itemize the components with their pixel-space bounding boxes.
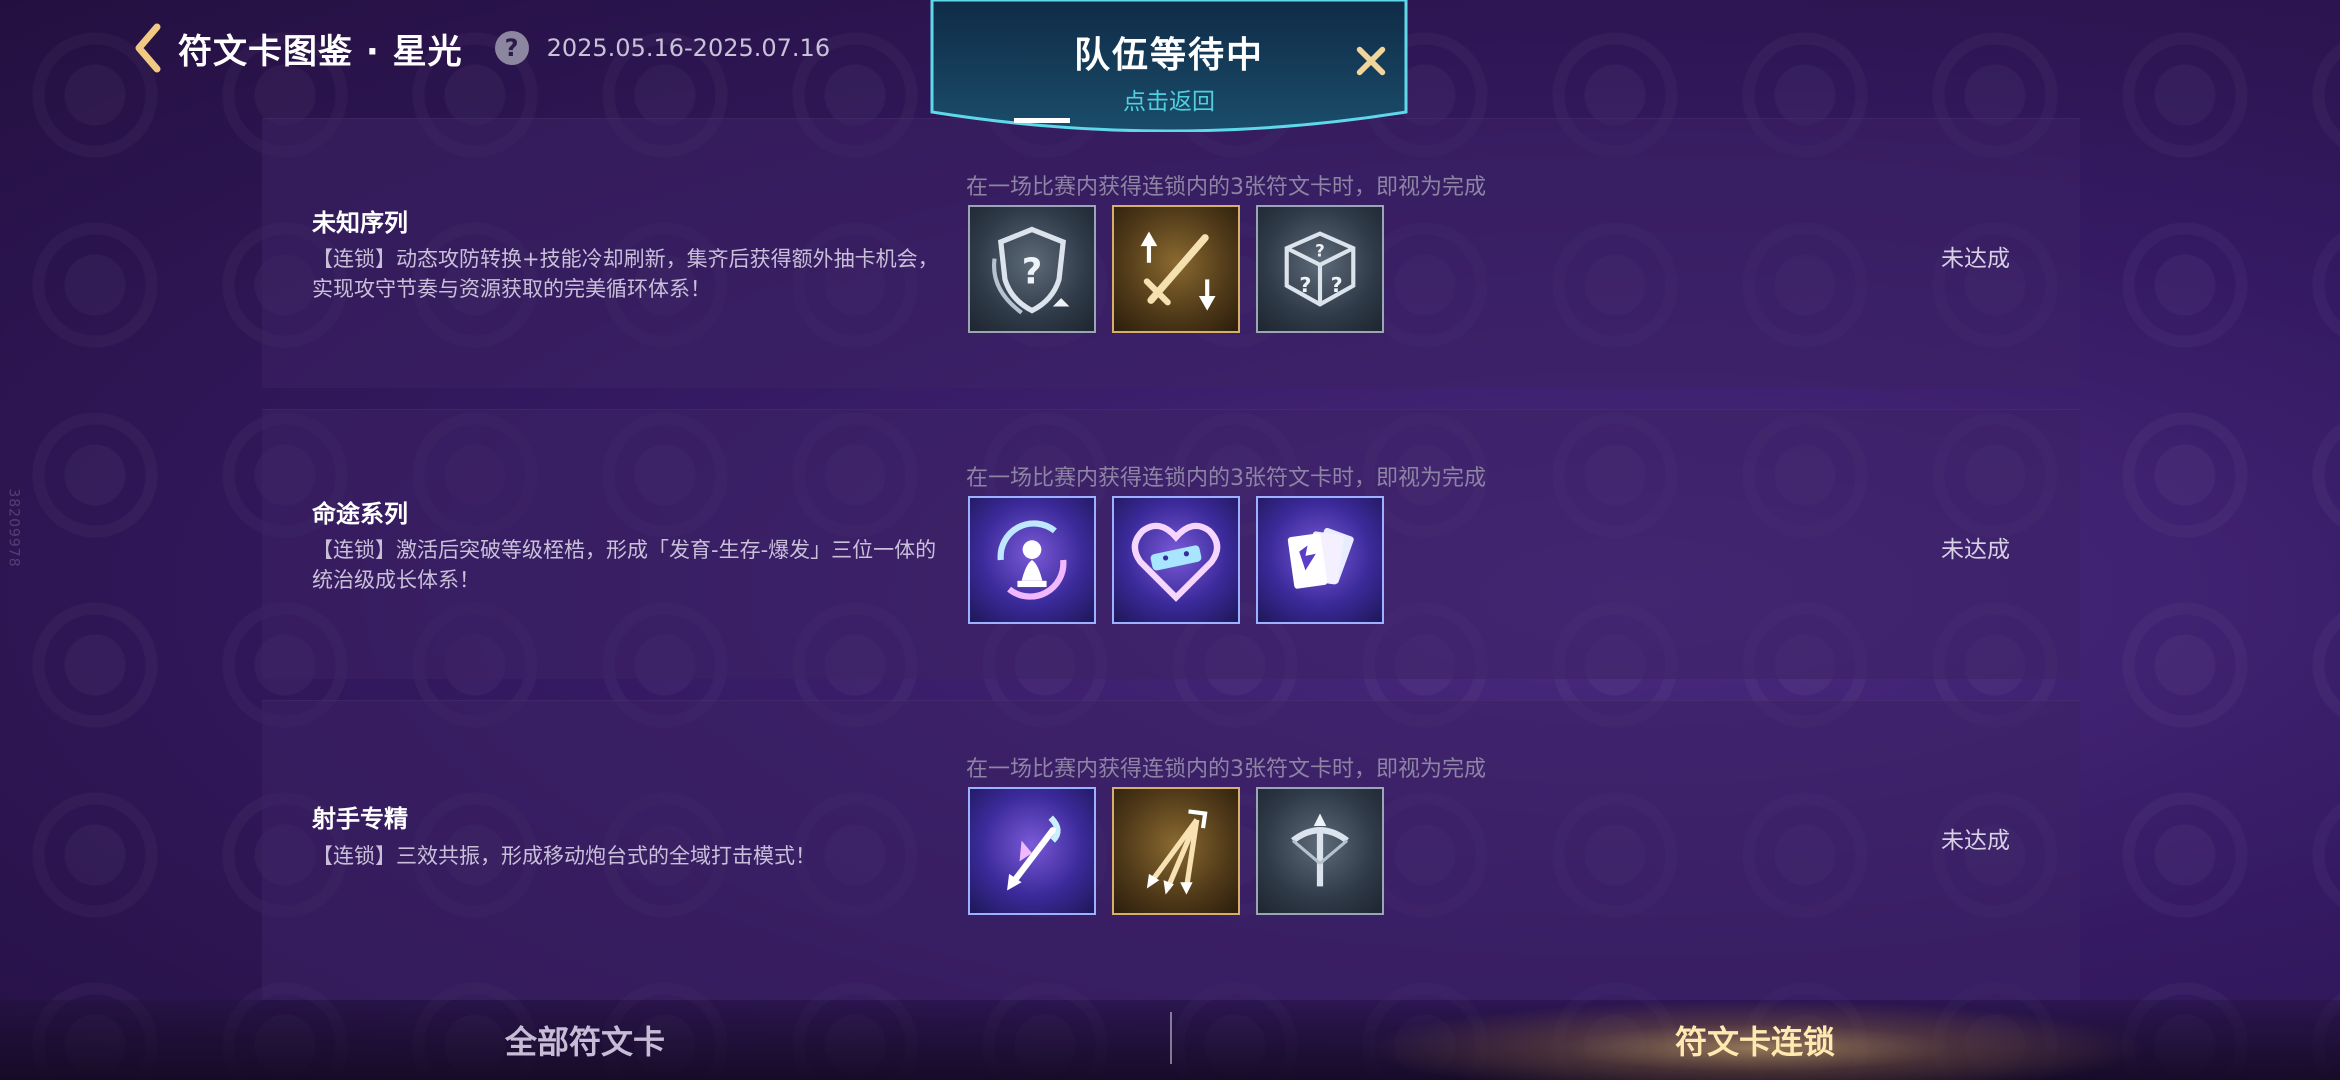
heart-bandage-icon <box>1131 522 1221 602</box>
multi-arrow-icon <box>1146 809 1208 895</box>
tab-rune-card-chain[interactable]: 符文卡连锁 <box>1360 1000 2150 1080</box>
chain-cards: ? ? ? ? <box>968 205 1384 333</box>
event-date-range: 2025.05.16-2025.07.16 <box>546 34 831 62</box>
rune-card[interactable] <box>968 787 1096 915</box>
chain-cards <box>968 496 1384 624</box>
chain-name: 未知序列 <box>312 209 408 237</box>
shield-question-icon: ? <box>991 226 1070 315</box>
rune-card[interactable]: ? ? ? <box>1256 205 1384 333</box>
svg-text:?: ? <box>1315 242 1325 261</box>
svg-text:?: ? <box>1022 252 1043 293</box>
rune-card[interactable] <box>968 496 1096 624</box>
chain-row-unknown-sequence: 未知序列 【连锁】动态攻防转换+技能冷却刷新，集齐后获得额外抽卡机会，实现攻守节… <box>262 118 2080 388</box>
waiting-return-link[interactable]: 点击返回 <box>926 82 1412 116</box>
close-icon <box>1356 46 1386 76</box>
chain-row-marksman-mastery: 射手专精 【连锁】三效共振，形成移动炮台式的全域打击模式！ 在一场比赛内获得连锁… <box>262 700 2080 1000</box>
chain-status: 未达成 <box>1941 537 2010 563</box>
chain-description: 【连锁】三效共振，形成移动炮台式的全域打击模式！ <box>312 844 816 868</box>
rune-card[interactable] <box>1112 787 1240 915</box>
chain-status: 未达成 <box>1941 246 2010 272</box>
waiting-title: 队伍等待中 <box>1073 35 1264 76</box>
svg-text:?: ? <box>1331 273 1343 297</box>
rune-card[interactable] <box>1112 496 1240 624</box>
chain-name: 射手专精 <box>312 805 408 833</box>
chain-requirement: 在一场比赛内获得连锁内的3张符文卡时，即视为完成 <box>966 175 1486 200</box>
back-button[interactable] <box>130 22 166 74</box>
arrow-strike-icon <box>1007 815 1061 891</box>
chain-name: 命途系列 <box>312 500 408 528</box>
chain-description: 【连锁】激活后突破等级桎梏，形成「发育-生存-爆发」三位一体的统治级成长体系！ <box>312 538 937 592</box>
card-fan-icon <box>1287 527 1354 589</box>
help-icon[interactable]: ? <box>494 31 529 65</box>
chain-status: 未达成 <box>1941 828 2010 854</box>
chain-requirement: 在一场比赛内获得连锁内的3张符文卡时，即视为完成 <box>966 466 1486 491</box>
chain-cards <box>968 787 1384 915</box>
side-id-text: 38209978 <box>5 488 22 568</box>
tab-divider <box>1170 1012 1172 1064</box>
bottom-tab-bar: 全部符文卡 符文卡连锁 <box>0 1000 2340 1080</box>
rune-card[interactable]: ? <box>968 205 1096 333</box>
question-dice-icon: ? ? ? <box>1284 231 1356 307</box>
crossbow-icon <box>1291 813 1349 887</box>
sword-arrows-icon <box>1140 231 1216 311</box>
team-waiting-banner[interactable]: 队伍等待中 点击返回 <box>926 0 1412 132</box>
chain-row-destiny-series: 命途系列 【连锁】激活后突破等级桎梏，形成「发育-生存-爆发」三位一体的统治级成… <box>262 409 2080 679</box>
chevron-left-icon <box>135 23 161 73</box>
chess-pawn-icon <box>997 520 1067 600</box>
rune-card[interactable] <box>1256 496 1384 624</box>
close-button[interactable] <box>1346 36 1396 86</box>
rune-card[interactable] <box>1256 787 1384 915</box>
page-title: 符文卡图鉴 · 星光 <box>178 31 463 72</box>
page-header: 符文卡图鉴 · 星光 ? 2025.05.16-2025.07.16 <box>130 22 830 74</box>
tab-all-rune-cards[interactable]: 全部符文卡 <box>300 1000 870 1080</box>
chain-requirement: 在一场比赛内获得连锁内的3张符文卡时，即视为完成 <box>966 757 1486 782</box>
chain-description: 【连锁】动态攻防转换+技能冷却刷新，集齐后获得额外抽卡机会，实现攻守节奏与资源获… <box>312 247 939 301</box>
rune-card[interactable] <box>1112 205 1240 333</box>
svg-text:?: ? <box>1299 273 1311 297</box>
